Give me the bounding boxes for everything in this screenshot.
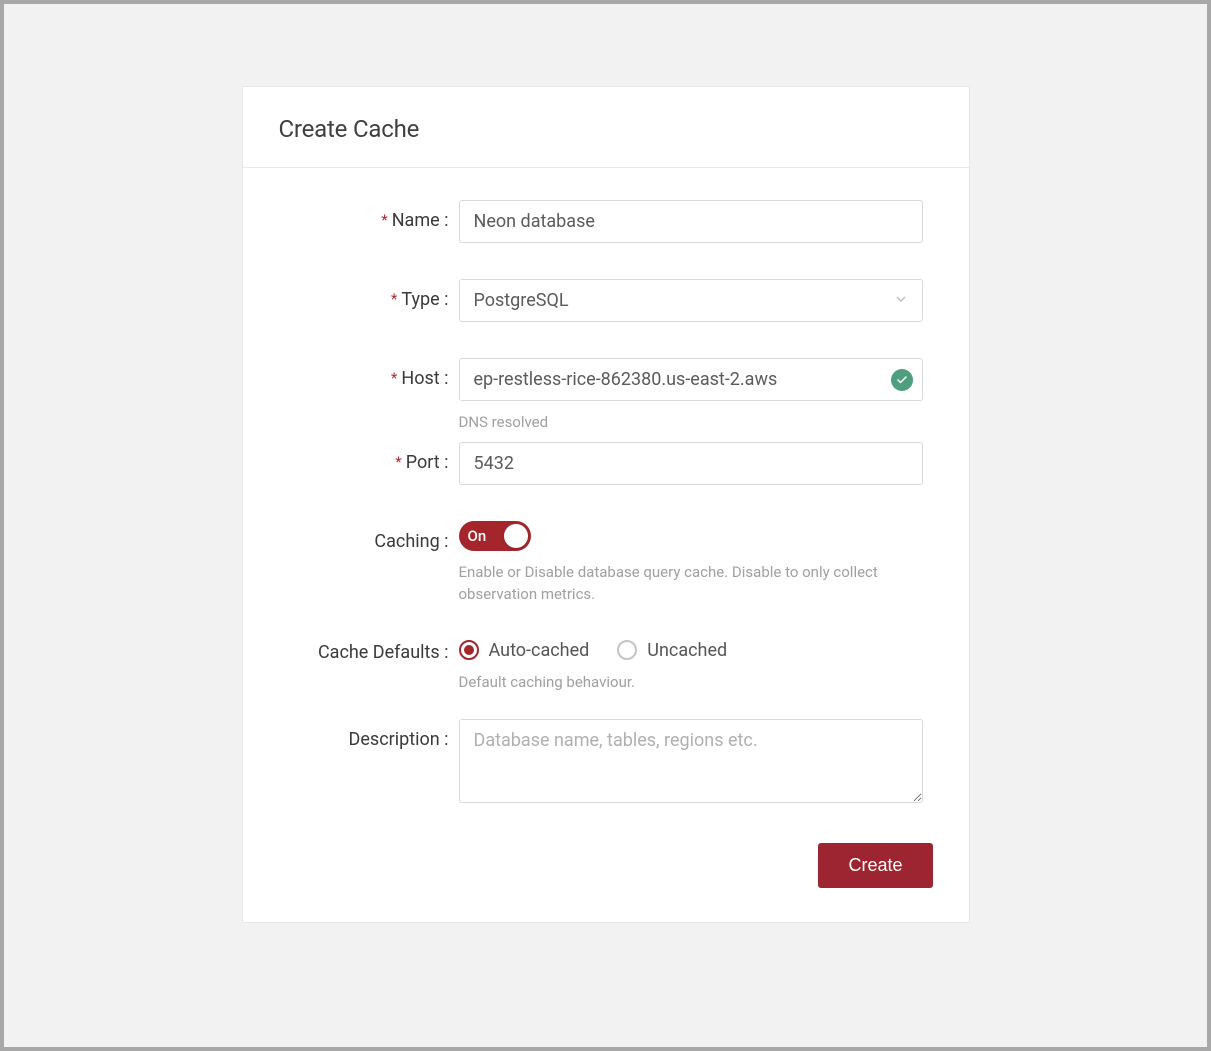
cache-defaults-help-text: Default caching behaviour.: [459, 671, 923, 694]
name-input[interactable]: [459, 200, 923, 243]
toggle-knob-icon: [504, 524, 528, 548]
type-label: *Type :: [391, 289, 449, 310]
toggle-on-label: On: [468, 527, 487, 545]
description-textarea[interactable]: [459, 719, 923, 803]
description-label: Description :: [349, 729, 449, 750]
button-row: Create: [279, 843, 933, 888]
card-body: *Name : *Type : PostgreSQL: [243, 168, 969, 922]
form-row-cache-defaults: Cache Defaults : Auto-cached Uncached De…: [279, 636, 933, 694]
cache-defaults-label: Cache Defaults :: [318, 642, 449, 663]
radio-unselected-icon: [617, 640, 637, 660]
host-input[interactable]: [459, 358, 923, 401]
card-header: Create Cache: [243, 87, 969, 168]
name-label: *Name :: [381, 210, 448, 231]
radio-selected-icon: [459, 640, 479, 660]
required-asterisk-icon: *: [381, 211, 387, 229]
host-label: *Host :: [391, 368, 449, 389]
caching-toggle[interactable]: On: [459, 521, 531, 551]
port-label: *Port :: [395, 452, 448, 473]
form-row-type: *Type : PostgreSQL: [279, 279, 933, 322]
type-select[interactable]: PostgreSQL: [459, 279, 923, 322]
radio-auto-cached-label: Auto-cached: [489, 640, 590, 661]
form-row-host: *Host : DNS resolved: [279, 358, 933, 434]
radio-uncached-label: Uncached: [647, 640, 727, 661]
required-asterisk-icon: *: [391, 369, 397, 387]
card-title: Create Cache: [279, 115, 933, 143]
form-row-name: *Name :: [279, 200, 933, 243]
form-row-description: Description :: [279, 719, 933, 807]
port-input[interactable]: [459, 442, 923, 485]
caching-help-text: Enable or Disable database query cache. …: [459, 561, 923, 606]
required-asterisk-icon: *: [391, 290, 397, 308]
form-row-port: *Port :: [279, 442, 933, 485]
required-asterisk-icon: *: [395, 453, 401, 471]
radio-auto-cached[interactable]: Auto-cached: [459, 640, 590, 661]
radio-uncached[interactable]: Uncached: [617, 640, 727, 661]
caching-label: Caching :: [374, 531, 448, 552]
form-row-caching: Caching : On Enable or Disable database …: [279, 521, 933, 606]
create-cache-card: Create Cache *Name : *Type : Postg: [242, 86, 970, 923]
create-button[interactable]: Create: [818, 843, 932, 888]
check-circle-icon: [891, 369, 913, 391]
host-help-text: DNS resolved: [459, 411, 923, 434]
